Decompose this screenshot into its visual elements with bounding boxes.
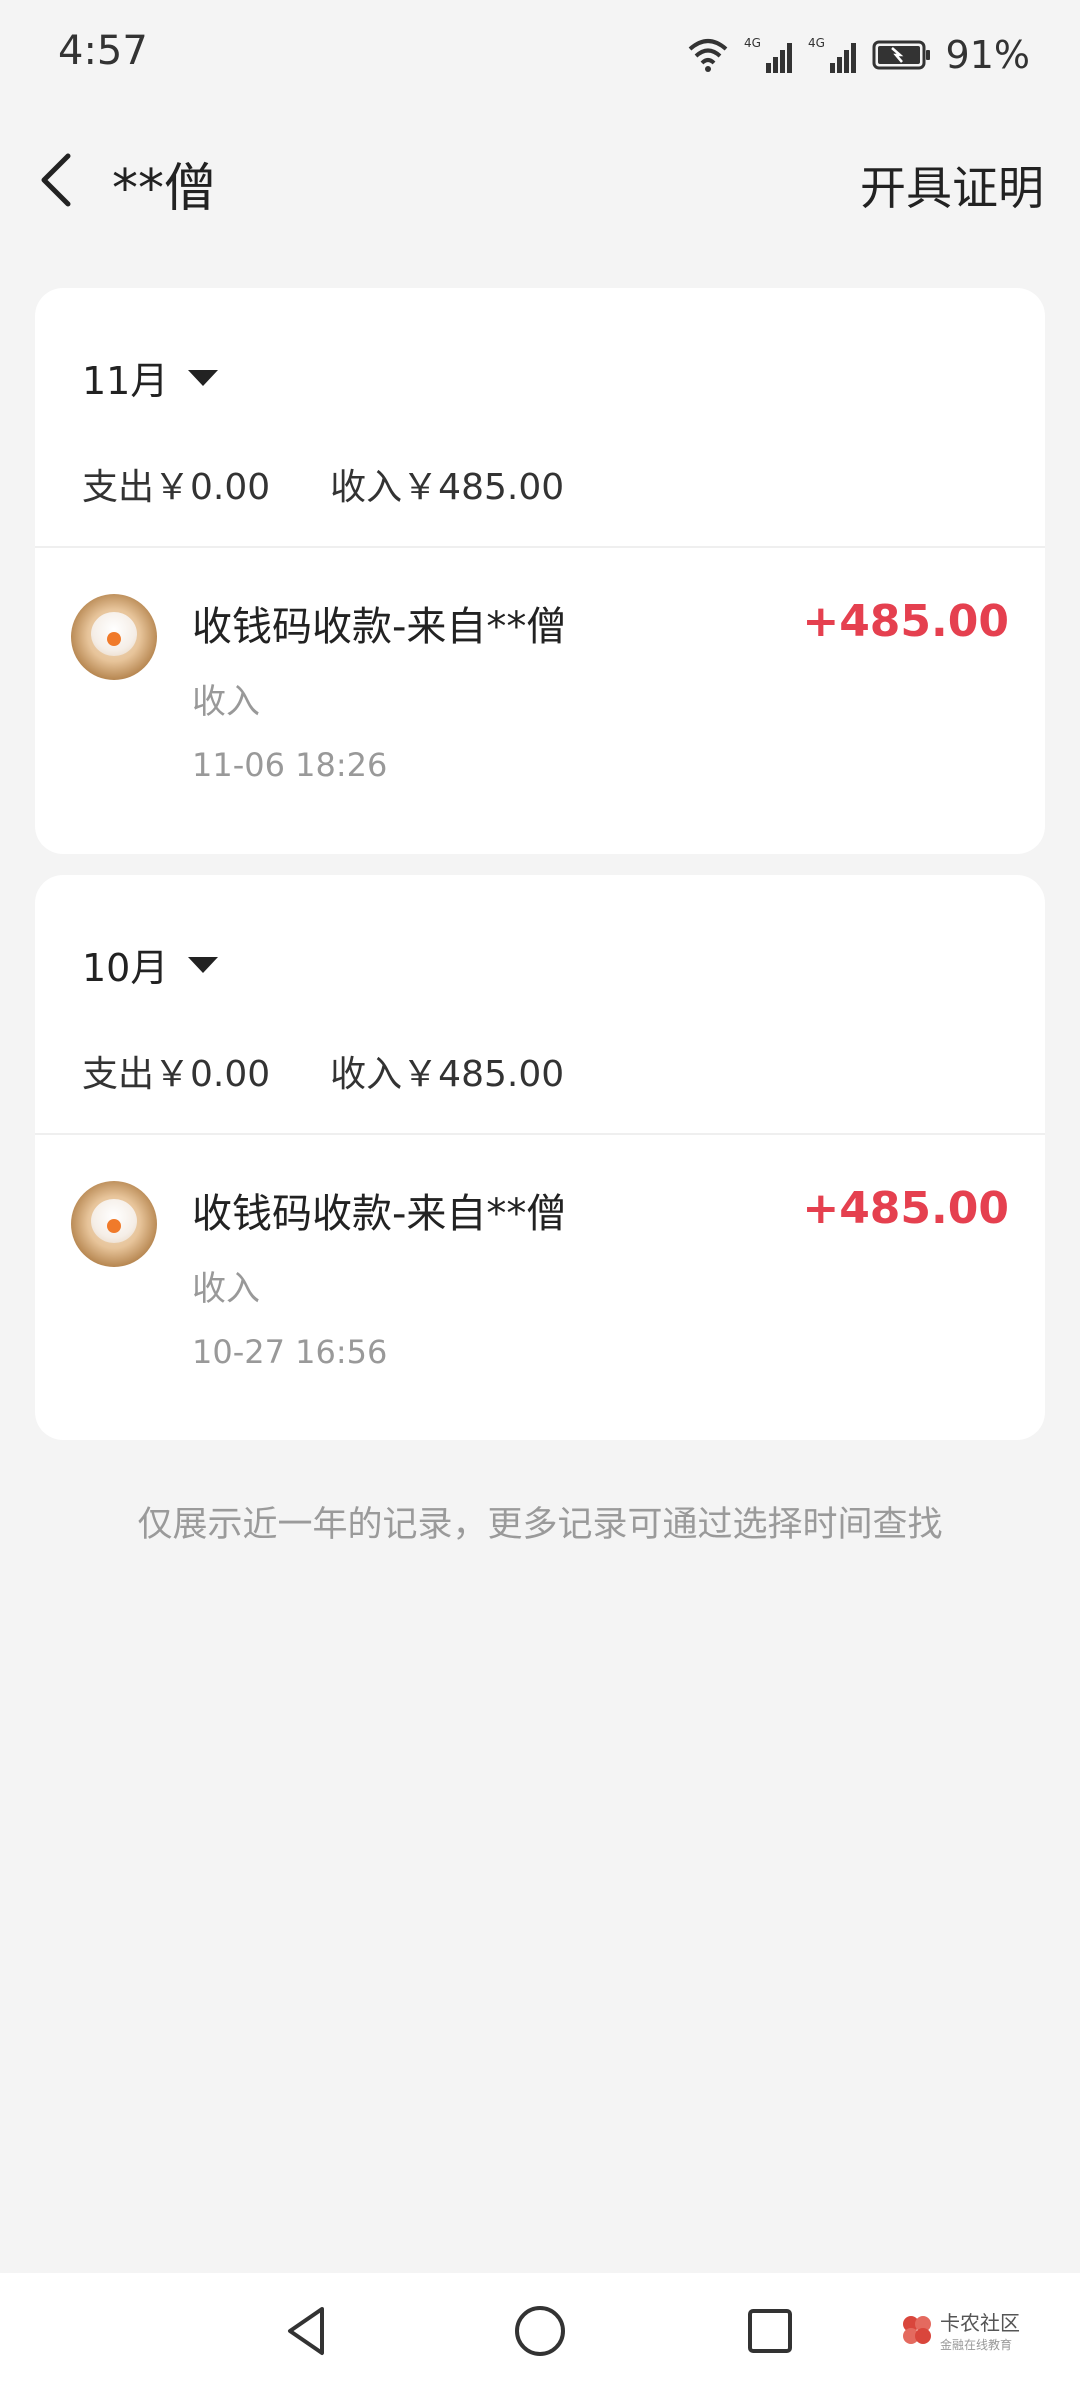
status-icons: 4G 4G 91% [686,30,1030,80]
avatar [71,594,157,680]
month-card: 10月 支出￥0.00 收入￥485.00 收钱码收款-来自**僧 收入 10-… [35,875,1045,1440]
status-time: 4:57 [58,28,148,74]
income-total: 收入￥485.00 [330,1054,565,1095]
battery-percent: 91% [945,33,1030,77]
transaction-time: 10-27 16:56 [192,1333,388,1371]
header: **僧 开具证明 [0,130,1080,230]
nav-home-icon[interactable] [510,2301,570,2361]
transaction-row[interactable]: 收钱码收款-来自**僧 收入 11-06 18:26 +485.00 [35,546,1045,846]
transaction-type: 收入 [192,1269,260,1309]
month-selector[interactable]: 10月 [82,937,219,992]
status-bar: 4:57 4G 4G 91% [0,0,1080,110]
transaction-title: 收钱码收款-来自**僧 [192,1191,567,1237]
system-nav-bar: 卡农社区 金融在线教育 [0,2273,1080,2388]
chevron-left-icon [41,153,71,207]
page-title: **僧 [112,159,217,219]
caret-down-icon [188,369,219,386]
issue-certificate-button[interactable]: 开具证明 [860,152,1044,218]
expense-total: 支出￥0.00 [82,467,271,508]
transaction-row[interactable]: 收钱码收款-来自**僧 收入 10-27 16:56 +485.00 [35,1133,1045,1433]
caret-down-icon [188,956,219,973]
month-selector[interactable]: 11月 [82,350,219,405]
svg-text:4G: 4G [744,36,761,50]
watermark-sub: 金融在线教育 [940,2338,1013,2352]
transaction-amount: +485.00 [802,596,1009,647]
income-total: 收入￥485.00 [330,467,565,508]
transaction-title: 收钱码收款-来自**僧 [192,604,567,650]
avatar-detail [107,1219,121,1233]
month-label: 11月 [82,359,169,403]
avatar [71,1181,157,1267]
month-label: 10月 [82,946,169,990]
watermark: 卡农社区 金融在线教育 [900,2307,1020,2353]
month-card: 11月 支出￥0.00 收入￥485.00 收钱码收款-来自**僧 收入 11-… [35,288,1045,854]
avatar-detail [107,632,121,646]
nav-recents-icon[interactable] [740,2301,800,2361]
transaction-time: 11-06 18:26 [192,746,388,784]
wifi-icon [688,39,727,72]
back-button[interactable] [30,148,90,212]
expense-total: 支出￥0.00 [82,1054,271,1095]
transaction-amount: +485.00 [802,1183,1009,1234]
signal-2-icon: 4G [808,36,856,73]
month-summary: 支出￥0.00 收入￥485.00 [82,458,564,510]
signal-1-icon: 4G [744,36,792,73]
battery-icon [872,40,930,70]
footnote: 仅展示近一年的记录，更多记录可通过选择时间查找 [137,1505,943,1545]
watermark-main: 卡农社区 [940,2311,1020,2335]
nav-back-icon[interactable] [278,2301,338,2361]
watermark-logo-icon [903,2316,931,2344]
svg-text:4G: 4G [808,36,825,50]
month-summary: 支出￥0.00 收入￥485.00 [82,1045,564,1097]
transaction-type: 收入 [192,682,260,722]
